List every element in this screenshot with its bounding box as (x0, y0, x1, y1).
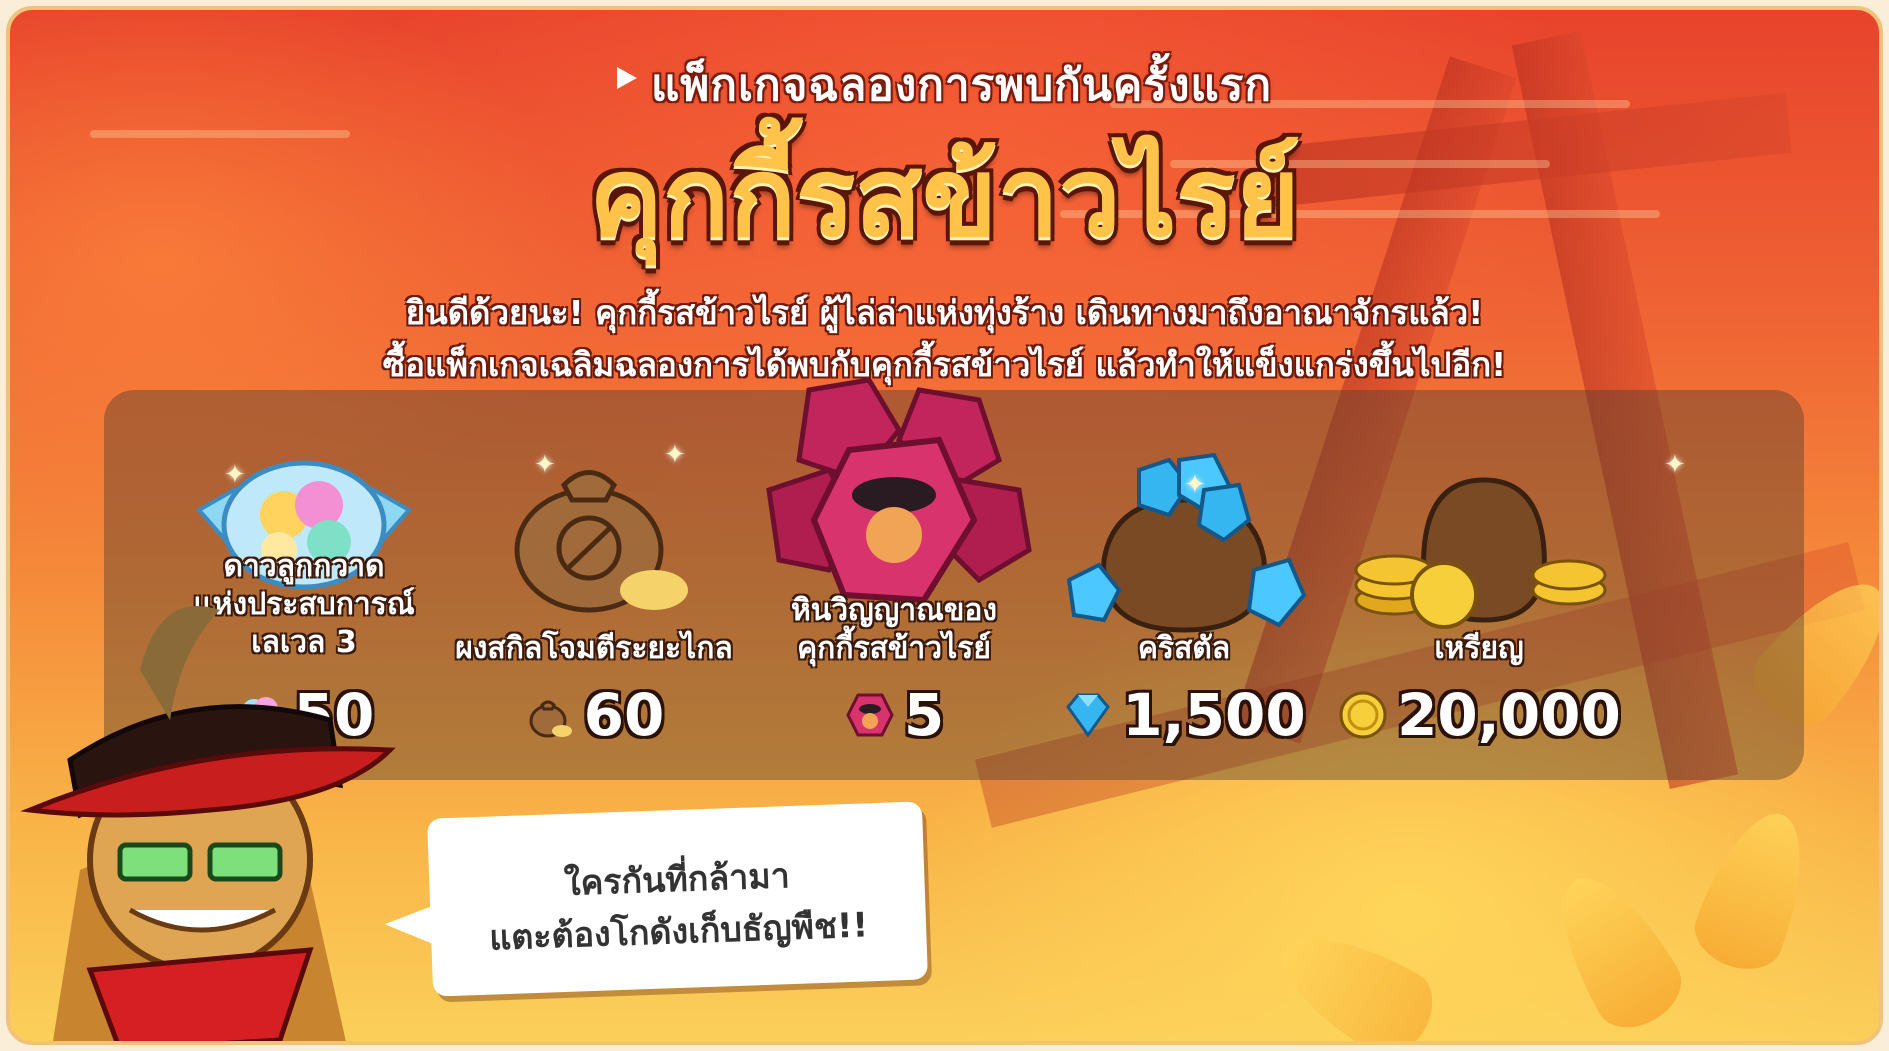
amount-value: 5 (903, 681, 945, 749)
sparkle-icon: ✦ (664, 440, 686, 470)
soulstone-icon (766, 377, 1032, 604)
arrow-icon (616, 67, 637, 89)
soulstone-small-icon (846, 693, 894, 737)
sparkle-icon: ✦ (224, 460, 246, 490)
cookie-title: คุกกี้รสข้าวไรย์ (589, 133, 1300, 261)
reward-name-line: ผงสกิลโจมตีระยะไกล (455, 631, 733, 666)
reward-amount: 20,000 (1289, 680, 1669, 750)
powder-bag-small-icon (529, 700, 572, 738)
coin-icon (1354, 477, 1607, 629)
amount-value: 20,000 (1397, 681, 1621, 749)
reward-name-line: หินวิญญาณของ (790, 593, 998, 628)
rye-cookie-character (20, 606, 396, 1041)
sparkle-icon: ✦ (534, 450, 556, 480)
tagline-text: แพ็กเกจฉลองการพบกันครั้งแรก (650, 60, 1273, 111)
reward-item-coin: เหรียญ 20,000 (1329, 390, 1629, 780)
package-tagline: แพ็กเกจฉลองการพบกันครั้งแรก (10, 50, 1879, 120)
reward-name-line: คริสตัล (1137, 631, 1231, 666)
sparkle-icon: ✦ (1184, 470, 1206, 500)
reward-name-line: คุกกี้รสข้าวไรย์ (797, 631, 991, 666)
coin-small-icon (1339, 691, 1387, 739)
amount-value: 1,500 (1122, 681, 1306, 749)
speech-bubble: ใครกันที่กล้ามา แตะต้องโกดังเก็บธัญพืช!! (384, 801, 928, 997)
sparkle-icon: ✦ (1664, 450, 1686, 480)
event-banner: แพ็กเกจฉลองการพบกันครั้งแรก คุกกี้รสข้าว… (6, 6, 1883, 1045)
reward-item-skill-powder: ผงสกิลโจมตีระยะไกล 60 (444, 390, 744, 780)
crystal-small-icon (1066, 693, 1111, 738)
description-line-1: ยินดีด้วยนะ! คุกกี้รสข้าวไรย์ ผู้ไล่ล่าแ… (405, 293, 1484, 332)
reward-name-line: เหรียญ (1434, 631, 1524, 666)
amount-value: 60 (583, 681, 665, 749)
